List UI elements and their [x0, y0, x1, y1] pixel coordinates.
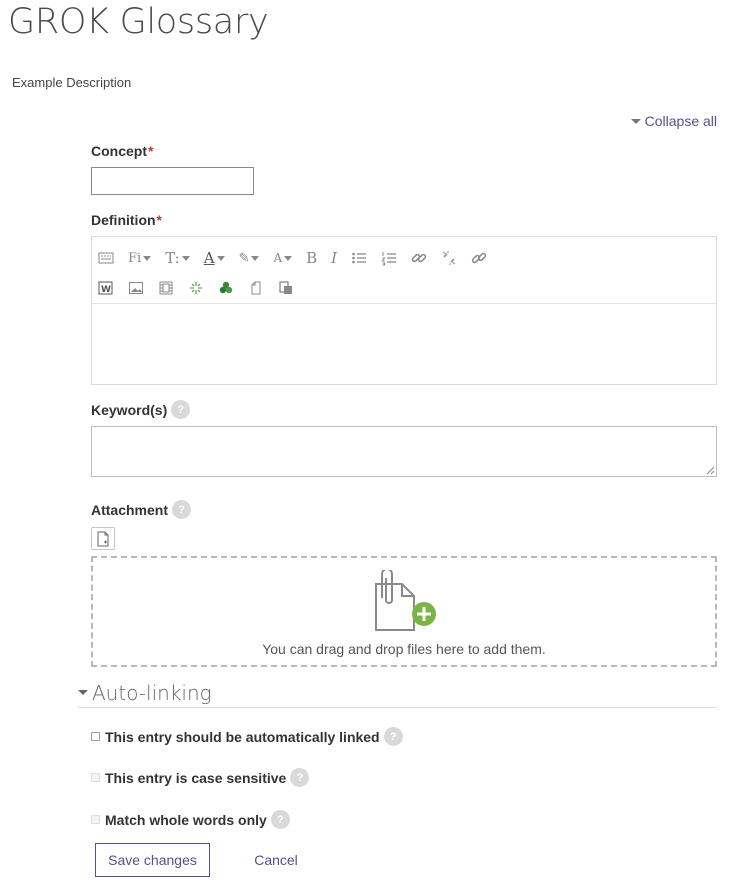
ordered-list-icon[interactable]	[381, 246, 397, 270]
attachment-label-text: Attachment	[91, 501, 169, 518]
unordered-list-icon[interactable]	[351, 246, 367, 270]
media-icon[interactable]	[158, 276, 174, 300]
case-sensitive-option: This entry is case sensitive ?	[91, 768, 310, 787]
keywords-label: Keyword(s) ?	[91, 400, 191, 419]
definition-label: Definition *	[91, 212, 162, 228]
image-icon[interactable]	[128, 276, 144, 300]
help-icon[interactable]: ?	[270, 810, 290, 829]
link-icon[interactable]	[411, 246, 427, 270]
auto-link-option: This entry should be automatically linke…	[91, 727, 403, 746]
auto-link-label: This entry should be automatically linke…	[105, 728, 380, 745]
collapse-all-link[interactable]: Collapse all	[630, 113, 717, 129]
save-changes-button[interactable]: Save changes	[95, 843, 210, 877]
equation-icon[interactable]	[188, 276, 204, 300]
editor-toolbar: Fi T: A ✎ A B I W	[92, 237, 716, 304]
add-file-button[interactable]	[91, 527, 115, 550]
attachment-label: Attachment ?	[91, 500, 192, 519]
whole-words-checkbox[interactable]	[91, 815, 100, 824]
required-mark: *	[156, 212, 162, 228]
help-icon[interactable]: ?	[290, 768, 310, 787]
dropzone-text: You can drag and drop files here to add …	[262, 641, 546, 657]
toolbar-toggle-icon[interactable]	[98, 246, 114, 270]
font-color-label: A	[203, 249, 215, 267]
auto-link-checkbox[interactable]	[91, 732, 100, 741]
resize-grip-icon[interactable]	[705, 465, 715, 475]
italic-button[interactable]: I	[331, 246, 337, 270]
styles-label: A	[273, 251, 283, 265]
unlink-icon[interactable]	[441, 246, 457, 270]
collapse-all-label: Collapse all	[644, 113, 717, 129]
file-add-icon	[97, 531, 109, 546]
font-size-label: T:	[165, 249, 180, 267]
concept-label-text: Concept	[91, 143, 147, 159]
help-icon[interactable]: ?	[171, 400, 191, 419]
caret-down-icon	[630, 118, 641, 124]
font-size-dropdown[interactable]: T:	[165, 246, 190, 270]
definition-editor: Fi T: A ✎ A B I W	[91, 236, 717, 385]
whole-words-label: Match whole words only	[105, 811, 267, 828]
auto-link-icon[interactable]	[471, 246, 487, 270]
concept-input[interactable]	[91, 167, 254, 195]
file-upload-icon	[375, 570, 436, 631]
bold-label: B	[306, 249, 318, 267]
cancel-button[interactable]: Cancel	[243, 843, 309, 877]
caret-down-icon	[78, 690, 88, 695]
italic-label: I	[331, 249, 338, 267]
file-dropzone[interactable]: You can drag and drop files here to add …	[91, 556, 717, 667]
definition-textarea[interactable]	[92, 304, 716, 384]
font-family-dropdown[interactable]: Fi	[128, 246, 152, 270]
whole-words-option: Match whole words only ?	[91, 810, 290, 829]
case-sensitive-checkbox[interactable]	[91, 773, 100, 782]
page-description: Example Description	[12, 75, 132, 90]
bold-button[interactable]: B	[306, 246, 317, 270]
highlight-dropdown[interactable]: ✎	[239, 246, 260, 270]
recycle-icon[interactable]	[218, 276, 234, 300]
styles-dropdown[interactable]: A	[273, 246, 293, 270]
highlight-label: ✎	[238, 250, 250, 265]
required-mark: *	[148, 143, 154, 159]
keywords-label-text: Keyword(s)	[91, 401, 168, 418]
definition-label-text: Definition	[91, 212, 156, 228]
word-paste-icon[interactable]: W	[98, 276, 114, 300]
case-sensitive-label: This entry is case sensitive	[105, 769, 287, 786]
section-title: Auto-linking	[92, 680, 212, 705]
concept-label: Concept *	[91, 143, 153, 159]
svg-text:W: W	[101, 285, 111, 295]
paste-icon[interactable]	[278, 276, 294, 300]
page-title: GROK Glossary	[8, 2, 269, 42]
help-icon[interactable]: ?	[383, 727, 403, 746]
record-audio-icon[interactable]	[248, 276, 264, 300]
font-family-label: Fi	[128, 250, 142, 266]
auto-linking-section-header[interactable]: Auto-linking	[78, 678, 717, 708]
font-color-dropdown[interactable]: A	[204, 246, 225, 270]
keywords-textarea[interactable]	[91, 426, 717, 477]
help-icon[interactable]: ?	[172, 500, 192, 519]
